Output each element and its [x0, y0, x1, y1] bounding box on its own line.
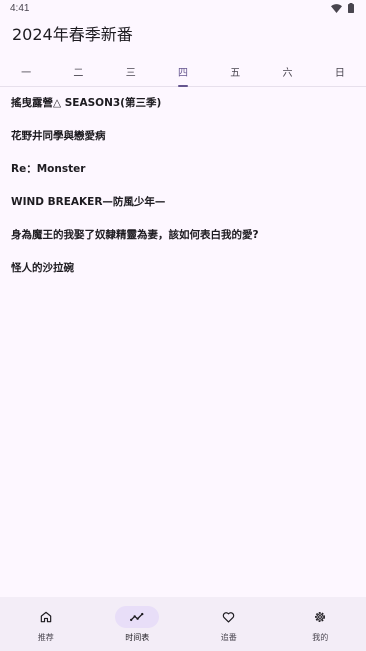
- nav-pill: [115, 606, 160, 628]
- tab-thursday[interactable]: 四: [157, 56, 209, 87]
- tab-label: 六: [282, 67, 293, 79]
- list-item[interactable]: 怪人的沙拉碗: [0, 251, 366, 284]
- nav-pill: [298, 606, 342, 628]
- anime-list: 搖曳露營△ SEASON3(第三季) 花野井同學與戀愛病 Re：Monster …: [0, 87, 366, 284]
- nav-item-mine[interactable]: 我的: [275, 597, 366, 651]
- battery-icon: [348, 3, 354, 13]
- timeline-icon: [130, 612, 144, 622]
- list-item[interactable]: 身為魔王的我娶了奴隸精靈為妻，該如何表白我的愛?: [0, 218, 366, 251]
- list-item[interactable]: Re：Monster: [0, 152, 366, 185]
- tab-label: 四: [177, 67, 188, 79]
- nav-label: 时间表: [125, 633, 150, 642]
- nav-label: 推荐: [37, 633, 54, 642]
- status-bar: 4:41: [0, 0, 366, 16]
- heart-icon: [223, 612, 235, 623]
- list-item[interactable]: WIND BREAKER—防風少年—: [0, 185, 366, 218]
- wifi-icon: [331, 3, 342, 13]
- nav-item-following[interactable]: 追番: [183, 597, 275, 651]
- tab-label: 二: [73, 67, 84, 79]
- tab-label: 三: [125, 67, 136, 79]
- nav-label: 追番: [220, 633, 237, 642]
- nav-label: 我的: [312, 633, 329, 642]
- tab-label: 一: [21, 67, 32, 79]
- tab-tuesday[interactable]: 二: [52, 56, 104, 86]
- tab-monday[interactable]: 一: [0, 56, 52, 86]
- page-title: 2024年春季新番: [12, 25, 133, 44]
- list-item[interactable]: 花野井同學與戀愛病: [0, 119, 366, 152]
- weekday-tabs: 一 二 三 四 五 六 日: [0, 56, 366, 87]
- tab-saturday[interactable]: 六: [261, 56, 313, 86]
- tab-sunday[interactable]: 日: [314, 56, 366, 86]
- list-item[interactable]: 搖曳露營△ SEASON3(第三季): [0, 86, 366, 119]
- nav-item-recommend[interactable]: 推荐: [0, 597, 92, 651]
- tab-wednesday[interactable]: 三: [105, 56, 157, 86]
- tab-label: 五: [230, 67, 241, 79]
- nav-pill: [207, 606, 251, 628]
- bottom-navigation: 推荐 时间表 追番 我的: [0, 597, 366, 651]
- status-time: 4:41: [10, 2, 30, 14]
- tab-friday[interactable]: 五: [209, 56, 261, 86]
- settings-icon: [315, 612, 326, 622]
- nav-pill: [24, 606, 68, 628]
- nav-item-timeline[interactable]: 时间表: [92, 597, 184, 651]
- status-icons: [331, 3, 354, 13]
- tab-label: 日: [334, 67, 345, 79]
- home-icon: [40, 611, 52, 623]
